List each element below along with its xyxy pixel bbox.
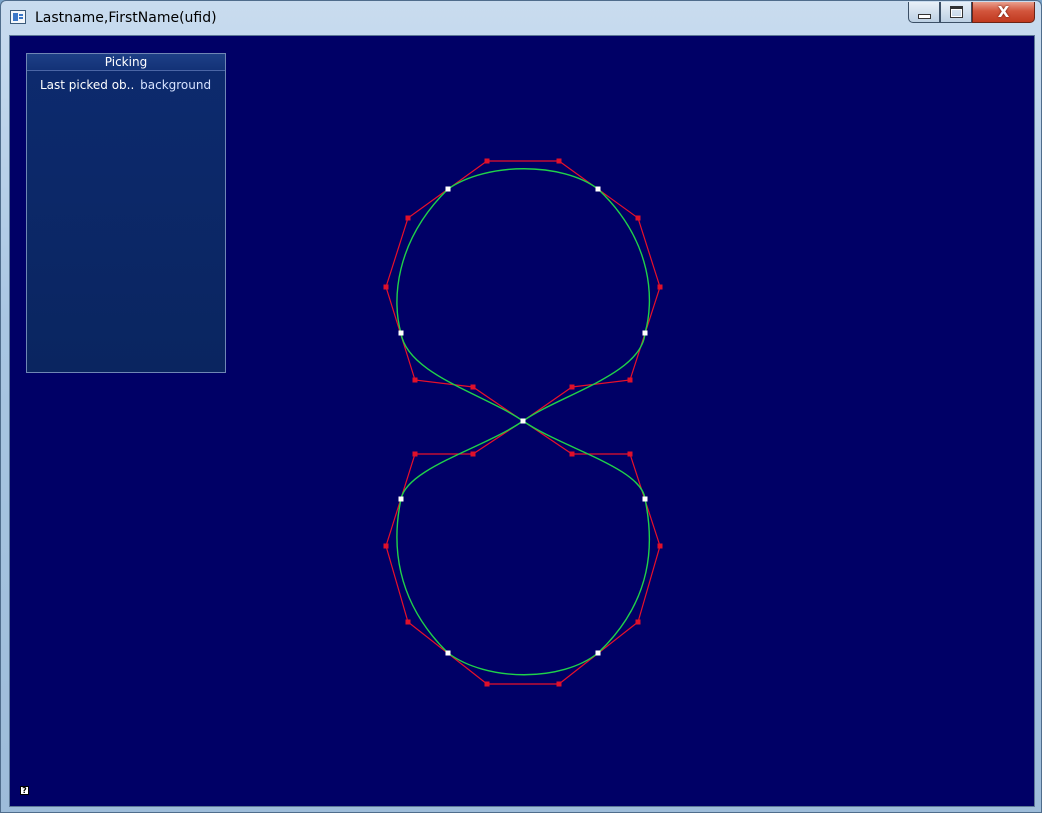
control-point[interactable] [657, 543, 663, 549]
junction-point[interactable] [595, 650, 601, 656]
picking-panel-title[interactable]: Picking [27, 54, 225, 71]
control-point[interactable] [569, 384, 575, 390]
gl-viewport[interactable]: Picking Last picked ob.. background ? [9, 35, 1035, 807]
control-point[interactable] [484, 158, 490, 164]
junction-point[interactable] [398, 496, 404, 502]
last-picked-value: background [140, 78, 212, 92]
control-point[interactable] [484, 681, 490, 687]
control-point[interactable] [383, 284, 389, 290]
control-point[interactable] [627, 377, 633, 383]
control-point[interactable] [635, 215, 641, 221]
control-point[interactable] [412, 451, 418, 457]
title-bar[interactable]: Lastname,FirstName(ufid) X [1, 1, 1041, 35]
maximize-icon [949, 6, 963, 18]
junction-point[interactable] [445, 650, 451, 656]
junction-point[interactable] [520, 418, 526, 424]
help-icon[interactable]: ? [20, 786, 29, 795]
control-point[interactable] [556, 158, 562, 164]
app-window: Lastname,FirstName(ufid) X Picking Last … [0, 0, 1042, 813]
control-point[interactable] [569, 451, 575, 457]
control-point[interactable] [657, 284, 663, 290]
junction-point[interactable] [642, 330, 648, 336]
junction-point[interactable] [595, 186, 601, 192]
minimize-button[interactable] [908, 2, 940, 23]
last-picked-row: Last picked ob.. background [40, 78, 211, 92]
control-point[interactable] [556, 681, 562, 687]
window-title: Lastname,FirstName(ufid) [35, 10, 217, 26]
junction-point[interactable] [445, 186, 451, 192]
control-point[interactable] [635, 619, 641, 625]
control-point[interactable] [470, 451, 476, 457]
maximize-button[interactable] [940, 2, 972, 23]
close-icon: X [997, 2, 1010, 21]
last-picked-label: Last picked ob.. [40, 78, 135, 92]
app-icon[interactable] [10, 10, 26, 24]
junction-point[interactable] [642, 496, 648, 502]
picking-panel[interactable]: Picking Last picked ob.. background [26, 53, 226, 373]
control-point[interactable] [412, 377, 418, 383]
control-point[interactable] [405, 619, 411, 625]
junction-point[interactable] [398, 330, 404, 336]
control-point[interactable] [627, 451, 633, 457]
control-point[interactable] [470, 384, 476, 390]
close-button[interactable]: X [972, 2, 1035, 23]
control-point[interactable] [383, 543, 389, 549]
control-point[interactable] [405, 215, 411, 221]
minimize-icon [917, 13, 931, 19]
